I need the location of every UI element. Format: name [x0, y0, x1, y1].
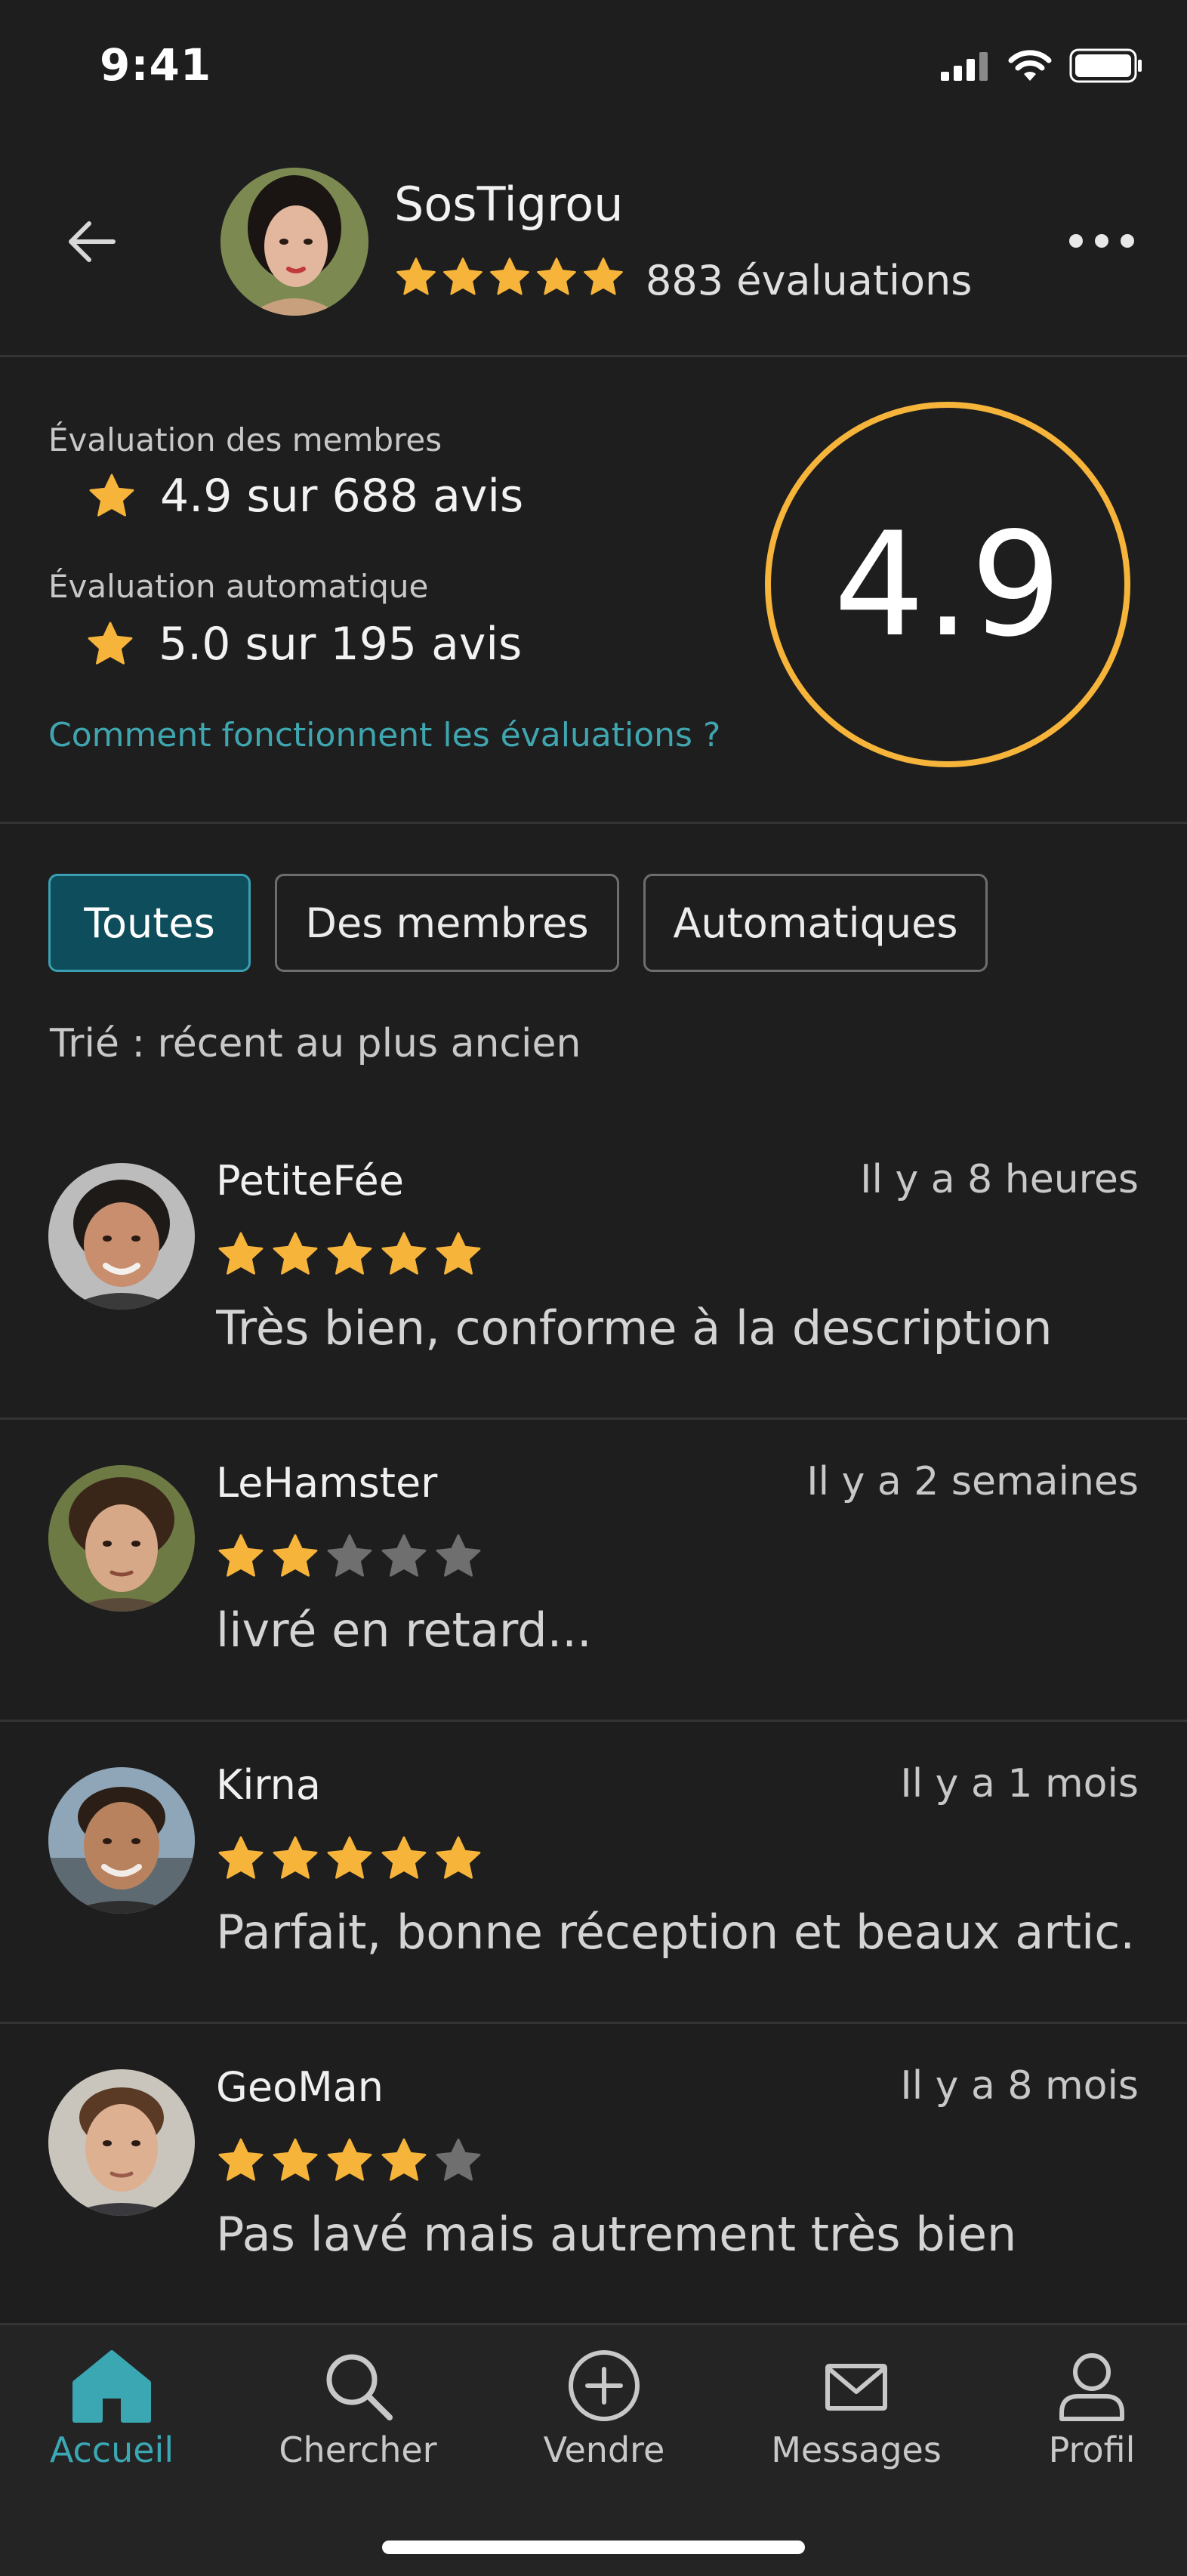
review-text: Parfait, bonne réception et beaux artic.…	[216, 1905, 1137, 1960]
filter-members-button[interactable]: Des membres	[275, 874, 619, 972]
star-filled-icon	[327, 1836, 372, 1879]
star-filled-icon	[218, 1534, 264, 1577]
star-icon	[89, 474, 134, 517]
tab-sell-label: Vendre	[543, 2429, 665, 2470]
review-text: Très bien, conforme à la description	[216, 1300, 1053, 1356]
review-item[interactable]: LeHamster Il y a 2 semaines livré en ret…	[0, 1420, 1187, 1722]
star-empty-icon	[436, 1534, 481, 1577]
star-filled-icon	[381, 1836, 427, 1879]
review-time: Il y a 1 mois	[900, 1761, 1139, 1806]
star-filled-icon	[273, 1836, 318, 1879]
star-empty-icon	[327, 1534, 372, 1577]
member-rating-text: 4.9 sur 688 avis	[160, 470, 524, 523]
star-filled-icon	[396, 258, 436, 295]
auto-rating-label: Évaluation automatique	[48, 568, 429, 605]
reviewer-avatar[interactable]	[48, 1767, 195, 1914]
mail-icon	[825, 2364, 887, 2411]
search-icon	[326, 2354, 393, 2420]
star-filled-icon	[584, 258, 623, 295]
review-stars	[216, 1834, 483, 1883]
star-filled-icon	[218, 1836, 264, 1879]
divider	[0, 822, 1187, 824]
star-empty-icon	[381, 1534, 427, 1577]
review-stars	[216, 1229, 483, 1279]
auto-rating-value: 5.0 sur 195 avis	[85, 618, 522, 671]
auto-rating-text: 5.0 sur 195 avis	[159, 618, 523, 671]
review-item[interactable]: PetiteFée Il y a 8 heures Très bien, con…	[0, 1118, 1187, 1420]
reviewer-avatar[interactable]	[48, 2069, 195, 2216]
star-filled-icon	[537, 258, 576, 295]
tab-messages-label: Messages	[771, 2429, 942, 2470]
star-filled-icon	[443, 258, 483, 295]
tab-profile-label: Profil	[1048, 2429, 1136, 2470]
review-item[interactable]: Kirna Il y a 1 mois Parfait, bonne récep…	[0, 1722, 1187, 2024]
review-stars	[216, 2136, 483, 2186]
plus-circle-icon	[569, 2350, 640, 2421]
bottom-tab-bar: Accueil Chercher Vendre Messages Profil	[0, 2323, 1187, 2576]
star-empty-icon	[436, 2138, 481, 2181]
dot-icon	[1095, 234, 1108, 248]
overall-rating-circle: 4.9	[765, 402, 1130, 767]
review-text: Pas lavé mais autrement très bien	[216, 2207, 1017, 2262]
reviewer-name[interactable]: GeoMan	[216, 2063, 384, 2111]
tab-home-label: Accueil	[49, 2429, 174, 2470]
star-filled-icon	[490, 258, 529, 295]
review-time: Il y a 2 semaines	[806, 1459, 1139, 1504]
signal-icon	[941, 52, 988, 81]
dot-icon	[1121, 234, 1134, 248]
member-rating-value: 4.9 sur 688 avis	[86, 470, 523, 523]
how-ratings-work-link[interactable]: Comment fonctionnent les évaluations ?	[48, 716, 720, 754]
status-time: 9:41	[100, 39, 212, 91]
reviewer-avatar[interactable]	[48, 1465, 195, 1612]
star-filled-icon	[327, 1232, 372, 1275]
profile-avatar[interactable]	[220, 168, 368, 316]
star-filled-icon	[273, 1232, 318, 1275]
tab-search-label: Chercher	[279, 2429, 437, 2470]
home-icon	[72, 2350, 151, 2423]
profile-username: SosTigrou	[394, 177, 624, 232]
tab-search[interactable]: Chercher	[260, 2348, 456, 2470]
star-filled-icon	[218, 1232, 264, 1275]
star-filled-icon	[218, 2138, 264, 2181]
star-filled-icon	[436, 1836, 481, 1879]
star-filled-icon	[273, 2138, 318, 2181]
star-filled-icon	[273, 1534, 318, 1577]
review-stars	[216, 1532, 483, 1581]
tab-sell[interactable]: Vendre	[506, 2348, 702, 2470]
review-item[interactable]: GeoMan Il y a 8 mois Pas lavé mais autre…	[0, 2024, 1187, 2326]
dot-icon	[1069, 234, 1083, 248]
star-filled-icon	[381, 2138, 427, 2181]
tab-profile[interactable]: Profil	[994, 2348, 1187, 2470]
star-icon	[88, 622, 133, 665]
reviewer-avatar[interactable]	[48, 1163, 195, 1310]
status-icons	[941, 48, 1143, 83]
filter-automatic-button[interactable]: Automatiques	[643, 874, 988, 972]
header-rating-stars	[394, 255, 625, 299]
review-text: livré en retard...	[216, 1603, 592, 1658]
user-icon	[1059, 2353, 1124, 2421]
star-filled-icon	[381, 1232, 427, 1275]
tab-home[interactable]: Accueil	[14, 2348, 210, 2470]
wifi-icon	[1008, 50, 1052, 81]
tab-messages[interactable]: Messages	[758, 2348, 954, 2470]
filter-all-button[interactable]: Toutes	[48, 874, 251, 972]
review-time: Il y a 8 heures	[860, 1157, 1139, 1202]
review-time: Il y a 8 mois	[900, 2063, 1139, 2109]
reviews-count[interactable]: 883 évaluations	[646, 257, 972, 304]
sort-label[interactable]: Trié : récent au plus ancien	[50, 1021, 581, 1066]
battery-icon	[1069, 48, 1142, 83]
home-indicator[interactable]	[382, 2541, 805, 2554]
star-filled-icon	[327, 2138, 372, 2181]
reviewer-name[interactable]: PetiteFée	[216, 1157, 404, 1205]
arrow-left-icon	[69, 221, 116, 262]
star-filled-icon	[436, 1232, 481, 1275]
back-button[interactable]	[57, 208, 125, 276]
member-rating-label: Évaluation des membres	[48, 421, 442, 458]
overall-rating-value: 4.9	[833, 501, 1062, 668]
profile-header	[0, 143, 1187, 357]
more-options-button[interactable]	[1062, 227, 1142, 255]
reviewer-name[interactable]: LeHamster	[216, 1459, 437, 1507]
reviewer-name[interactable]: Kirna	[216, 1761, 321, 1809]
